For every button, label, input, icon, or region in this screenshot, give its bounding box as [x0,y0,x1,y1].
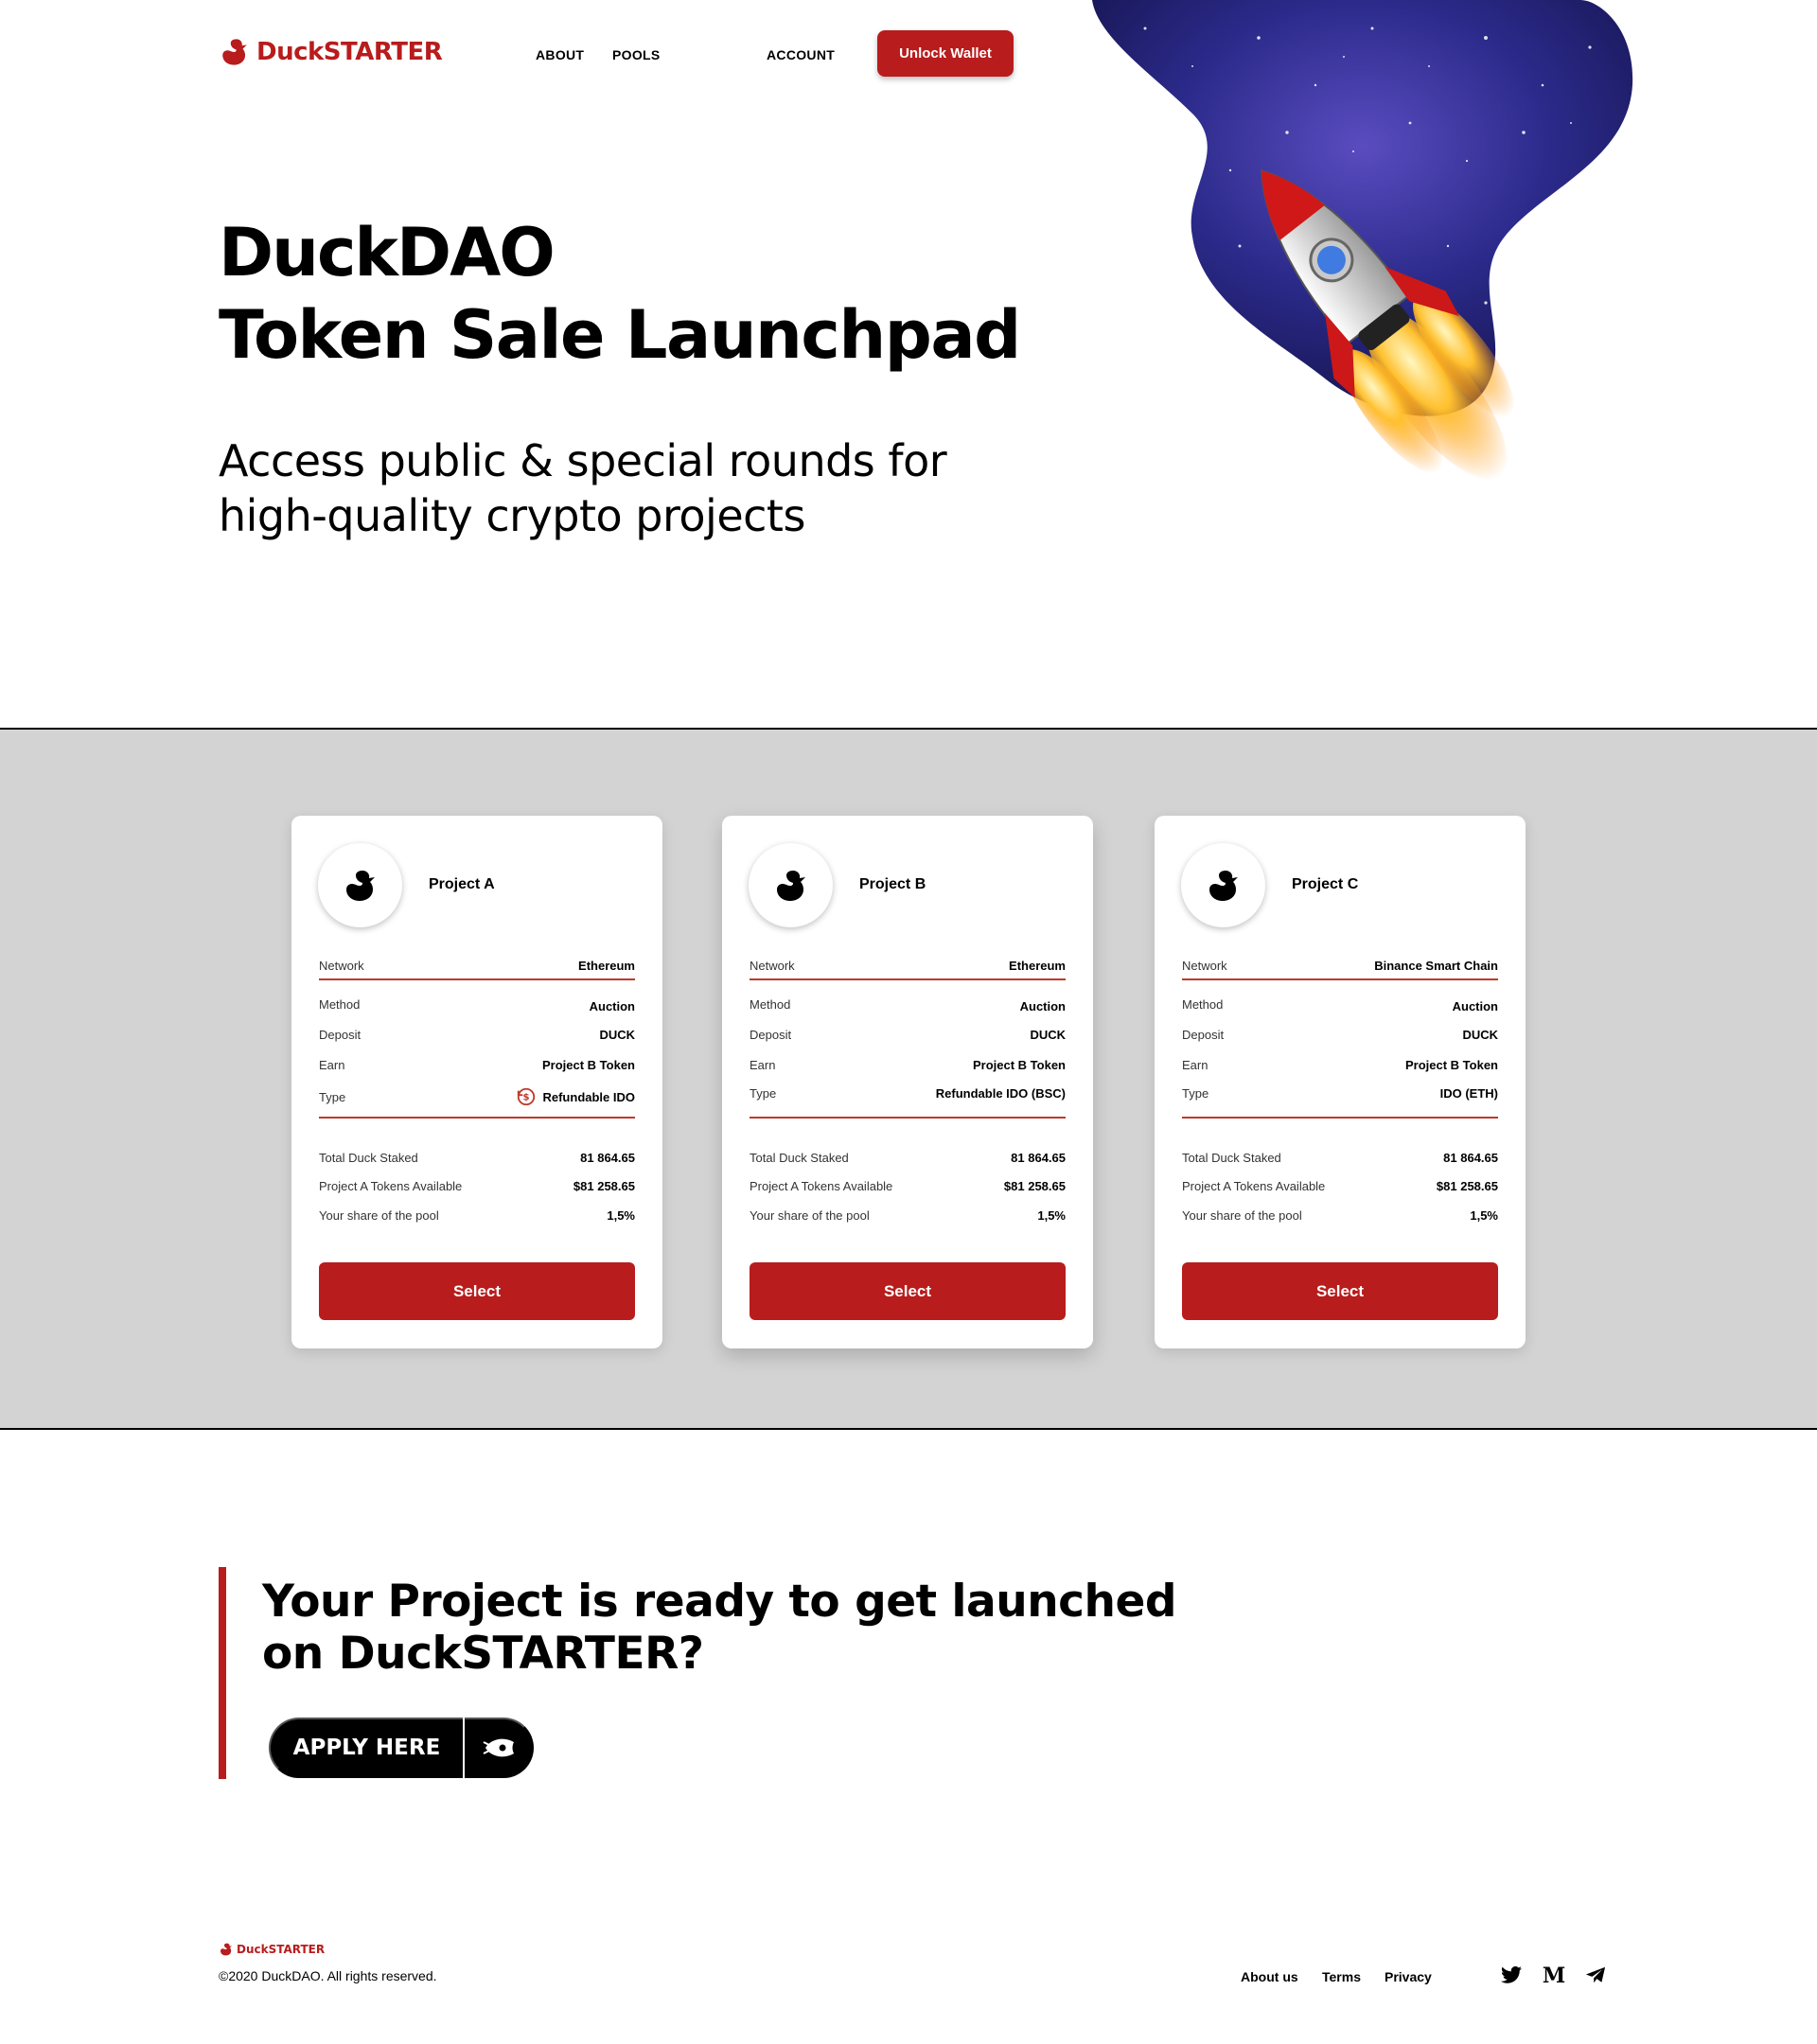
launch-title: Your Project is ready to get launched on… [262,1576,1177,1680]
telegram-icon[interactable] [1583,1963,1608,1987]
network-row: Network Binance Smart Chain [1182,959,1498,973]
pool-card: Project A Network Ethereum Method Auction … [291,816,662,1348]
available-row: Project A Tokens Available $81 258.65 [1182,1179,1498,1193]
select-button[interactable]: Select [319,1262,635,1320]
divider [750,1117,1066,1119]
unlock-wallet-button[interactable]: Unlock Wallet [877,30,1014,77]
duck-logo-icon [222,39,247,65]
earn-row: Earn Project B Token [1182,1058,1498,1072]
deposit-row: Deposit DUCK [1182,1028,1498,1042]
accent-bar [219,1567,226,1779]
nav-account-link[interactable]: ACCOUNT [767,47,835,62]
hero-title: DuckDAO [219,214,556,291]
available-row: Project A Tokens Available $81 258.65 [750,1179,1066,1193]
share-row: Your share of the pool 1,5% [1182,1208,1498,1223]
rocket-icon [483,1738,514,1757]
footer-logo[interactable]: DuckSTARTER [219,1942,325,1957]
staked-row: Total Duck Staked 81 864.65 [750,1151,1066,1165]
earn-row: Earn Project B Token [319,1058,635,1072]
copyright: ©2020 DuckDAO. All rights reserved. [219,1968,437,1983]
method-row: Method Auction [750,997,1066,1013]
twitter-icon[interactable] [1499,1963,1524,1987]
type-row: Type IDO (ETH) [1182,1086,1498,1101]
nav-about-link[interactable]: ABOUT [536,47,584,62]
share-row: Your share of the pool 1,5% [319,1208,635,1223]
duck-icon [776,870,805,901]
hero-description: Access public & special rounds for high-… [219,435,947,541]
svg-text:$: $ [523,1093,530,1103]
staked-row: Total Duck Staked 81 864.65 [319,1151,635,1165]
logo-text: DuckSTARTER [256,38,443,66]
pool-card: Project C Network Binance Smart Chain Met… [1155,816,1526,1348]
type-value: Refundable IDO [542,1089,635,1104]
duck-icon [1208,870,1238,901]
footer-terms-link[interactable]: Terms [1322,1969,1361,1984]
available-row: Project A Tokens Available $81 258.65 [319,1179,635,1193]
divider [319,978,635,980]
network-row: Network Ethereum [750,959,1066,973]
staked-row: Total Duck Staked 81 864.65 [1182,1151,1498,1165]
type-row: Type Refundable IDO (BSC) [750,1086,1066,1101]
project-name: Project B [859,876,926,892]
space-rocket-illustration [1092,0,1633,480]
avatar [749,843,833,927]
duck-icon [345,870,375,901]
footer-about-link[interactable]: About us [1241,1969,1298,1984]
divider [750,978,1066,980]
footer-logo-text: DuckSTARTER [237,1943,326,1956]
project-name: Project A [429,876,495,892]
avatar [318,843,402,927]
footer-privacy-link[interactable]: Privacy [1385,1969,1432,1984]
duck-logo-icon [221,1943,232,1956]
divider [1182,1117,1498,1119]
pool-card: Project B Network Ethereum Method Auction … [722,816,1093,1348]
refund-icon: $ [518,1087,536,1106]
avatar [1181,843,1265,927]
share-row: Your share of the pool 1,5% [750,1208,1066,1223]
project-name: Project C [1292,876,1359,892]
hero-subtitle-title: Token Sale Launchpad [219,296,1021,374]
method-row: Method Auction [1182,997,1498,1013]
svg-text:M: M [1543,1965,1565,1984]
earn-row: Earn Project B Token [750,1058,1066,1072]
deposit-row: Deposit DUCK [750,1028,1066,1042]
divider [319,1117,635,1119]
deposit-row: Deposit DUCK [319,1028,635,1042]
type-row: Type $ Refundable IDO [319,1086,635,1107]
logo[interactable]: DuckSTARTER [219,36,443,68]
select-button[interactable]: Select [750,1262,1066,1320]
apply-here-button[interactable]: APPLY HERE [269,1718,534,1778]
network-row: Network Ethereum [319,959,635,973]
method-row: Method Auction [319,997,635,1013]
pools-section: Project A Network Ethereum Method Auction … [0,728,1817,1430]
divider [1182,978,1498,980]
medium-icon[interactable]: M [1542,1963,1566,1987]
nav-pools-link[interactable]: POOLS [612,47,661,62]
select-button[interactable]: Select [1182,1262,1498,1320]
apply-label: APPLY HERE [292,1736,441,1760]
